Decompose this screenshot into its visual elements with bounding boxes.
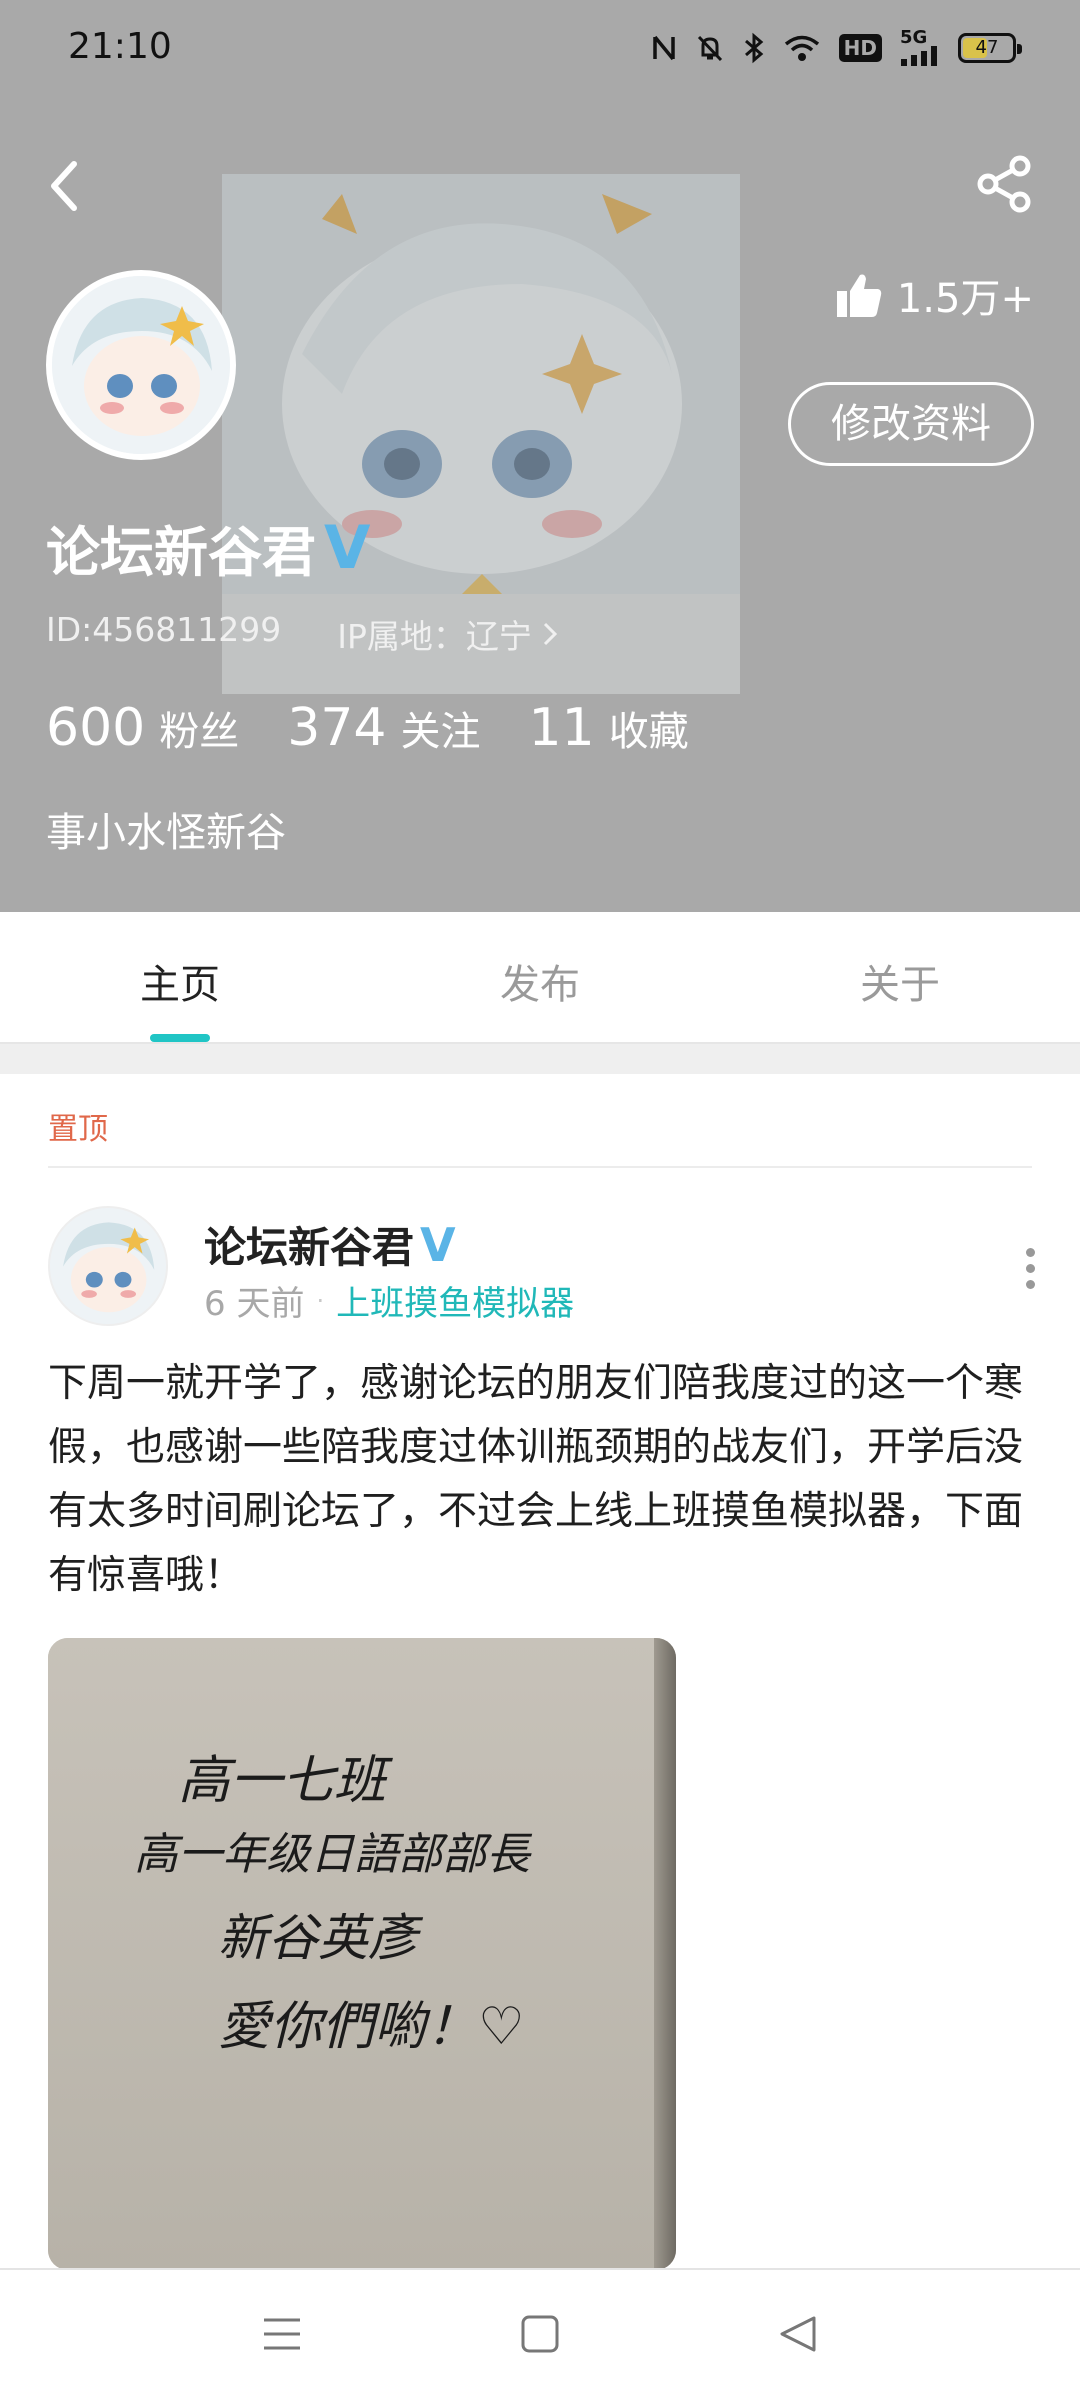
system-nav-bar xyxy=(0,2268,1080,2400)
stat-favorites[interactable]: 11 收藏 xyxy=(529,698,689,758)
wifi-icon xyxy=(784,35,819,61)
profile-stats: 600 粉丝 374 关注 11 收藏 xyxy=(46,698,737,758)
likes-count: 1.5万+ xyxy=(835,266,1034,324)
nfc-icon xyxy=(652,35,675,61)
post-author-name[interactable]: 论坛新谷君 xyxy=(204,1214,414,1275)
mute-bell-icon xyxy=(697,35,722,62)
handwriting-line: 新谷英彥 xyxy=(218,1909,418,1967)
chevron-right-icon xyxy=(543,622,557,646)
verified-icon: V xyxy=(420,1217,456,1272)
hd-badge: HD xyxy=(838,34,882,62)
stat-label: 关注 xyxy=(400,709,481,755)
more-vertical-icon[interactable] xyxy=(1020,1248,1040,1296)
handwriting-line: 高一年级日語部部長 xyxy=(134,1829,530,1880)
edit-profile-button[interactable]: 修改资料 xyxy=(788,382,1034,466)
stat-fans[interactable]: 600 粉丝 xyxy=(46,698,239,758)
post-time: 6 天前 xyxy=(204,1284,305,1324)
post-author-row: 论坛新谷君 V xyxy=(204,1214,456,1275)
likes-value: 1.5万+ xyxy=(896,276,1034,322)
username-row: 论坛新谷君 V xyxy=(46,508,370,587)
verified-icon: V xyxy=(324,512,371,583)
profile-tabs: 主页 发布 关于 xyxy=(0,912,1080,1044)
active-tab-indicator xyxy=(150,1034,210,1042)
signal-icon: 5G xyxy=(900,27,940,66)
back-arrow-icon[interactable] xyxy=(44,158,84,214)
profile-header: 21:10 HD 5G 47 1.5万+ 修改资料 论坛新谷君 V ID:456… xyxy=(0,0,1080,912)
post-content[interactable]: 下周一就开学了，感谢论坛的朋友们陪我度过的这一个寒假，也感谢一些陪我度过体训瓶颈… xyxy=(48,1352,1032,1608)
post-image[interactable]: 高一七班 高一年级日語部部長 新谷英彥 愛你們喲！♡ xyxy=(48,1638,676,2270)
bluetooth-icon xyxy=(744,32,763,64)
user-meta: ID:456811299 IP属地：辽宁 xyxy=(46,610,558,658)
profile-avatar[interactable] xyxy=(46,270,236,460)
stat-number: 374 xyxy=(287,698,387,758)
share-icon[interactable] xyxy=(974,154,1034,214)
battery-icon: 47 xyxy=(958,33,1022,63)
back-triangle-icon[interactable] xyxy=(778,2314,818,2354)
menu-icon[interactable] xyxy=(262,2314,302,2354)
section-gap xyxy=(0,1044,1080,1074)
avatar-image xyxy=(50,1208,166,1324)
battery-level: 47 xyxy=(975,37,999,58)
thumbs-up-icon xyxy=(836,274,882,317)
post-meta: 6 天前 · 上班摸鱼模拟器 xyxy=(204,1276,574,1325)
post-forum-link[interactable]: 上班摸鱼模拟器 xyxy=(336,1276,574,1325)
stat-label: 粉丝 xyxy=(159,709,240,755)
divider xyxy=(48,1166,1032,1168)
avatar-image xyxy=(52,276,230,454)
tab-home[interactable]: 主页 xyxy=(80,952,280,1010)
ip-location-link[interactable]: IP属地：辽宁 xyxy=(337,610,558,658)
meta-separator: · xyxy=(316,1286,325,1315)
username: 论坛新谷君 xyxy=(46,521,316,584)
tab-about[interactable]: 关于 xyxy=(800,952,1000,1010)
handwriting-line: 高一七班 xyxy=(178,1751,387,1811)
stat-number: 11 xyxy=(528,698,595,758)
network-type: 5G xyxy=(900,27,928,48)
handwriting-line: 愛你們喲！♡ xyxy=(218,1997,525,2057)
profile-bio: 事小水怪新谷 xyxy=(46,810,286,856)
status-time: 21:10 xyxy=(68,26,172,67)
tab-posts[interactable]: 发布 xyxy=(440,952,640,1010)
post-author-avatar[interactable] xyxy=(48,1206,168,1326)
stat-number: 600 xyxy=(46,698,146,758)
paper-edge-shadow xyxy=(654,1638,676,2270)
pinned-label: 置顶 xyxy=(48,1112,108,1147)
status-icons: HD 5G 47 xyxy=(651,27,1022,66)
stat-following[interactable]: 374 关注 xyxy=(287,698,480,758)
home-square-icon[interactable] xyxy=(520,2314,560,2354)
user-id: ID:456811299 xyxy=(46,610,282,649)
stat-label: 收藏 xyxy=(608,709,689,755)
status-bar: 21:10 HD 5G 47 xyxy=(0,0,1080,100)
ip-location: IP属地：辽宁 xyxy=(337,617,532,656)
